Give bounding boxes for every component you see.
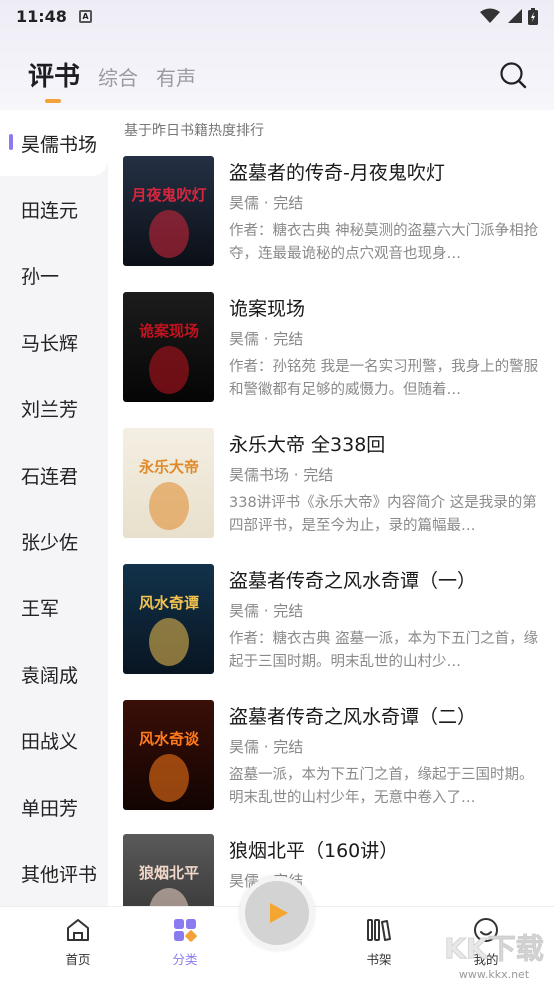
book-title: 永乐大帝 全338回 <box>229 434 386 456</box>
book-cover: 永乐大帝 <box>123 428 214 538</box>
sidebar-item-label: 单田芳 <box>21 797 79 820</box>
sidebar-item-other[interactable]: 其他评书 <box>0 840 108 906</box>
book-title: 盗墓者传奇之风水奇谭（二） <box>229 706 477 728</box>
sidebar-item-tianlianyuan[interactable]: 田连元 <box>0 176 108 242</box>
play-icon <box>270 903 288 923</box>
sidebar-item-label: 马长辉 <box>21 332 79 355</box>
book-description: 作者：糖衣古典 神秘莫测的盗墓六大门派争相抢夺，连最最诡秘的点穴观音也现身… <box>229 223 539 262</box>
book-item[interactable]: 狼烟北平 狼烟北平（160讲） 昊儒 · 完结 <box>123 834 543 906</box>
book-description: 盗墓一派，本为下五门之首，缘起于三国时期。明末乱世的山村少年，无意中卷入了… <box>229 767 534 806</box>
watermark-logo: KK下载 www.kkx.net <box>444 932 544 981</box>
search-icon[interactable] <box>498 60 528 90</box>
book-cover: 诡案现场 <box>123 292 214 402</box>
sidebar-item-yuankuocheng[interactable]: 袁阔成 <box>0 641 108 707</box>
sidebar-item-label: 张少佐 <box>21 532 79 555</box>
sidebar-item-label: 田连元 <box>21 200 79 223</box>
book-description: 338讲评书《永乐大帝》内容简介 这是我录的第四部评书，是至今为止，录的篇幅最… <box>229 495 537 534</box>
book-cover: 狼烟北平 <box>123 834 214 906</box>
category-tabs: 评书 综合 有声 <box>28 56 196 103</box>
book-meta: 昊儒 · 完结 <box>229 602 304 620</box>
tab-zonghe[interactable]: 综合 <box>98 62 138 91</box>
sidebar-item-label: 孙一 <box>21 266 60 289</box>
book-title: 盗墓者传奇之风水奇谭（一） <box>229 570 477 592</box>
notification-icon: A <box>78 9 92 23</box>
book-title: 诡案现场 <box>229 298 306 320</box>
book-meta: 昊儒书场 · 完结 <box>229 466 334 484</box>
book-meta: 昊儒 · 完结 <box>229 194 304 212</box>
sidebar-item-tianzhanyi[interactable]: 田战义 <box>0 708 108 774</box>
bookshelf-icon <box>367 919 391 941</box>
book-item[interactable]: 月夜鬼吹灯 盗墓者的传奇-月夜鬼吹灯 昊儒 · 完结 作者：糖衣古典 神秘莫测的… <box>123 156 543 268</box>
sidebar-item-zhangshaozuo[interactable]: 张少佐 <box>0 508 108 574</box>
nav-category-label: 分类 <box>172 952 198 967</box>
cover-title-text: 诡案现场 <box>139 322 199 340</box>
watermark-text: KK下载 <box>444 932 543 965</box>
book-title: 盗墓者的传奇-月夜鬼吹灯 <box>229 162 445 184</box>
sidebar-item-label: 袁阔成 <box>21 664 79 687</box>
cover-title-text: 永乐大帝 <box>138 458 199 476</box>
status-bar: 11:48 A <box>0 0 554 32</box>
sidebar-item-label: 田战义 <box>21 731 79 754</box>
book-item[interactable]: 风水奇谭 盗墓者传奇之风水奇谭（一） 昊儒 · 完结 作者：糖衣古典 盗墓一派，… <box>123 564 543 676</box>
cover-title-text: 风水奇谭 <box>139 594 199 612</box>
book-list: 基于昨日书籍热度排行 月夜鬼吹灯 盗墓者的传奇-月夜鬼吹灯 昊儒 · 完结 作者… <box>108 110 554 906</box>
sidebar-item-label: 其他评书 <box>21 863 98 886</box>
wifi-icon <box>480 8 500 23</box>
status-time: 11:48 <box>16 6 67 26</box>
nav-home-label: 首页 <box>65 952 91 967</box>
sidebar-item-machanghui[interactable]: 马长辉 <box>0 309 108 375</box>
battery-icon <box>528 7 538 25</box>
signal-icon <box>508 9 522 23</box>
book-item[interactable]: 永乐大帝 永乐大帝 全338回 昊儒书场 · 完结 338讲评书《永乐大帝》内容… <box>123 428 543 540</box>
book-title: 狼烟北平（160讲） <box>229 840 399 862</box>
book-cover: 风水奇谈 <box>123 700 214 810</box>
sidebar-item-shilianjun[interactable]: 石连君 <box>0 442 108 508</box>
sidebar-item-label: 王军 <box>21 598 60 621</box>
book-cover: 风水奇谭 <box>123 564 214 674</box>
tab-pingshu[interactable]: 评书 <box>28 56 80 103</box>
book-description: 作者：糖衣古典 盗墓一派，本为下五门之首，缘起于三国时期。明末乱世的山村少… <box>229 631 539 670</box>
cover-title-text: 月夜鬼吹灯 <box>130 186 206 204</box>
sidebar-item-shantianfang[interactable]: 单田芳 <box>0 774 108 840</box>
sidebar-item-label: 昊儒书场 <box>21 133 98 156</box>
watermark-url: www.kkx.net <box>459 968 530 981</box>
sidebar-item-label: 石连君 <box>21 465 79 488</box>
nav-shelf-label: 书架 <box>366 952 392 967</box>
category-icon <box>174 919 197 942</box>
tab-yousheng[interactable]: 有声 <box>156 62 196 91</box>
book-cover: 月夜鬼吹灯 <box>123 156 214 266</box>
cover-title-text: 狼烟北平 <box>139 864 199 882</box>
sidebar-item-sunyi[interactable]: 孙一 <box>0 243 108 309</box>
sidebar-narrators: 昊儒书场 田连元 孙一 马长辉 刘兰芳 石连君 张少佐 王军 袁阔成 田战义 单… <box>0 110 108 906</box>
play-button[interactable] <box>240 876 314 950</box>
sidebar-item-wangjun[interactable]: 王军 <box>0 575 108 641</box>
nav-shelf[interactable]: 书架 <box>349 917 409 968</box>
book-item[interactable]: 诡案现场 诡案现场 昊儒 · 完结 作者：孙铭苑 我是一名实习刑警，我身上的警服… <box>123 292 543 404</box>
book-meta: 昊儒 · 完结 <box>229 330 304 348</box>
home-icon <box>67 919 89 941</box>
book-meta: 昊儒 · 完结 <box>229 738 304 756</box>
book-description: 作者：孙铭苑 我是一名实习刑警，我身上的警服和警徽都有足够的威慑力。但随着… <box>229 359 539 398</box>
ranking-hint: 基于昨日书籍热度排行 <box>124 123 264 139</box>
sidebar-item-label: 刘兰芳 <box>21 399 79 422</box>
sidebar-item-liulanfang[interactable]: 刘兰芳 <box>0 376 108 442</box>
book-item[interactable]: 风水奇谈 盗墓者传奇之风水奇谭（二） 昊儒 · 完结 盗墓一派，本为下五门之首，… <box>123 700 543 812</box>
nav-home[interactable]: 首页 <box>48 917 108 968</box>
nav-category[interactable]: 分类 <box>155 917 215 968</box>
sidebar-item-haoru[interactable]: 昊儒书场 <box>0 110 108 177</box>
cover-title-text: 风水奇谈 <box>139 730 200 748</box>
